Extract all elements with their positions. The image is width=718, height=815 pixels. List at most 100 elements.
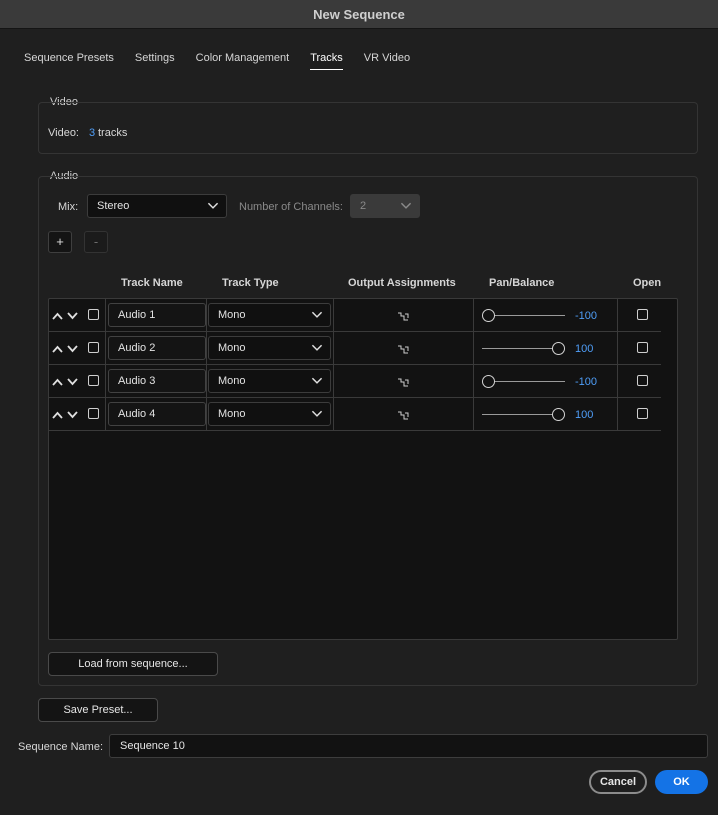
pan-slider-knob[interactable] — [552, 342, 565, 355]
track-type-value: Mono — [218, 342, 246, 354]
video-track-count[interactable]: 3 — [89, 127, 95, 139]
column-divider — [617, 332, 618, 364]
pan-slider-knob[interactable] — [552, 408, 565, 421]
pan-value[interactable]: -100 — [575, 310, 597, 322]
pan-slider-knob[interactable] — [482, 375, 495, 388]
column-divider — [206, 332, 207, 364]
column-divider — [206, 365, 207, 397]
tab-tracks[interactable]: Tracks — [310, 52, 343, 70]
open-checkbox[interactable] — [637, 375, 648, 386]
pan-slider-knob[interactable] — [482, 309, 495, 322]
table-row: Audio 1 Mono -100 — [49, 299, 661, 332]
open-checkbox[interactable] — [637, 342, 648, 353]
audio-tracks-table: Audio 1 Mono -100 Audio 2 Mono 100 Audio… — [48, 298, 678, 640]
track-select-checkbox[interactable] — [88, 375, 99, 386]
pan-value[interactable]: 100 — [575, 343, 593, 355]
video-label: Video: — [48, 127, 79, 139]
tab-vr-video[interactable]: VR Video — [364, 52, 410, 70]
column-divider — [333, 398, 334, 430]
chevron-down-icon — [207, 202, 219, 209]
column-divider — [617, 365, 618, 397]
move-down-icon[interactable] — [67, 411, 78, 419]
track-name-field[interactable]: Audio 4 — [108, 402, 206, 426]
chevron-down-icon — [311, 311, 323, 318]
output-assignment-icon[interactable] — [397, 377, 413, 387]
pan-slider-track[interactable] — [494, 315, 565, 316]
save-preset-button[interactable]: Save Preset... — [38, 698, 158, 722]
track-name-field[interactable]: Audio 2 — [108, 336, 206, 360]
header-output-assignments: Output Assignments — [348, 277, 456, 289]
chevron-down-icon — [311, 344, 323, 351]
video-tracks-unit: tracks — [98, 127, 128, 139]
channels-value: 2 — [360, 200, 367, 212]
column-divider — [473, 299, 474, 331]
track-type-dropdown[interactable]: Mono — [208, 369, 331, 393]
pan-value[interactable]: 100 — [575, 409, 593, 421]
pan-slider-track[interactable] — [482, 348, 553, 349]
video-group: Video: 3 tracks — [38, 102, 698, 154]
channels-label: Number of Channels: — [239, 201, 343, 213]
add-track-button[interactable]: + — [48, 231, 72, 253]
sequence-name-field[interactable]: Sequence 10 — [109, 734, 708, 758]
track-type-value: Mono — [218, 375, 246, 387]
track-name-field[interactable]: Audio 3 — [108, 369, 206, 393]
header-track-name: Track Name — [121, 277, 183, 289]
chevron-down-icon — [400, 202, 412, 209]
open-checkbox[interactable] — [637, 309, 648, 320]
table-row: Audio 3 Mono -100 — [49, 365, 661, 398]
mix-value: Stereo — [97, 200, 130, 212]
move-up-icon[interactable] — [52, 411, 63, 419]
move-down-icon[interactable] — [67, 345, 78, 353]
header-open: Open — [633, 277, 662, 289]
move-up-icon[interactable] — [52, 378, 63, 386]
column-divider — [105, 365, 106, 397]
column-divider — [473, 398, 474, 430]
header-pan-balance: Pan/Balance — [489, 277, 555, 289]
column-divider — [105, 332, 106, 364]
move-up-icon[interactable] — [52, 345, 63, 353]
move-down-icon[interactable] — [67, 378, 78, 386]
mix-label: Mix: — [58, 201, 79, 213]
output-assignment-icon[interactable] — [397, 410, 413, 420]
column-divider — [473, 332, 474, 364]
move-down-icon[interactable] — [67, 312, 78, 320]
track-select-checkbox[interactable] — [88, 408, 99, 419]
table-row: Audio 2 Mono 100 — [49, 332, 661, 365]
tab-settings[interactable]: Settings — [135, 52, 175, 70]
move-up-icon[interactable] — [52, 312, 63, 320]
column-divider — [105, 398, 106, 430]
track-type-dropdown[interactable]: Mono — [208, 336, 331, 360]
track-name-field[interactable]: Audio 1 — [108, 303, 206, 327]
column-divider — [333, 299, 334, 331]
pan-value[interactable]: -100 — [575, 376, 597, 388]
channels-dropdown: 2 — [350, 194, 420, 218]
table-row: Audio 4 Mono 100 — [49, 398, 661, 431]
tab-bar: Sequence Presets Settings Color Manageme… — [24, 52, 431, 74]
ok-button[interactable]: OK — [655, 770, 708, 794]
track-select-checkbox[interactable] — [88, 309, 99, 320]
column-divider — [333, 332, 334, 364]
header-track-type: Track Type — [222, 277, 279, 289]
tab-color-management[interactable]: Color Management — [196, 52, 290, 70]
track-type-dropdown[interactable]: Mono — [208, 402, 331, 426]
mix-dropdown[interactable]: Stereo — [87, 194, 227, 218]
track-type-dropdown[interactable]: Mono — [208, 303, 331, 327]
sequence-name-label: Sequence Name: — [18, 741, 103, 753]
pan-slider-track[interactable] — [482, 414, 553, 415]
pan-slider-track[interactable] — [494, 381, 565, 382]
column-divider — [333, 365, 334, 397]
track-type-value: Mono — [218, 408, 246, 420]
window-title: New Sequence — [0, 0, 718, 29]
tab-sequence-presets[interactable]: Sequence Presets — [24, 52, 114, 70]
cancel-button[interactable]: Cancel — [589, 770, 647, 794]
load-from-sequence-button[interactable]: Load from sequence... — [48, 652, 218, 676]
track-select-checkbox[interactable] — [88, 342, 99, 353]
output-assignment-icon[interactable] — [397, 344, 413, 354]
column-divider — [473, 365, 474, 397]
track-type-value: Mono — [218, 309, 246, 321]
chevron-down-icon — [311, 377, 323, 384]
chevron-down-icon — [311, 410, 323, 417]
column-divider — [105, 299, 106, 331]
output-assignment-icon[interactable] — [397, 311, 413, 321]
open-checkbox[interactable] — [637, 408, 648, 419]
